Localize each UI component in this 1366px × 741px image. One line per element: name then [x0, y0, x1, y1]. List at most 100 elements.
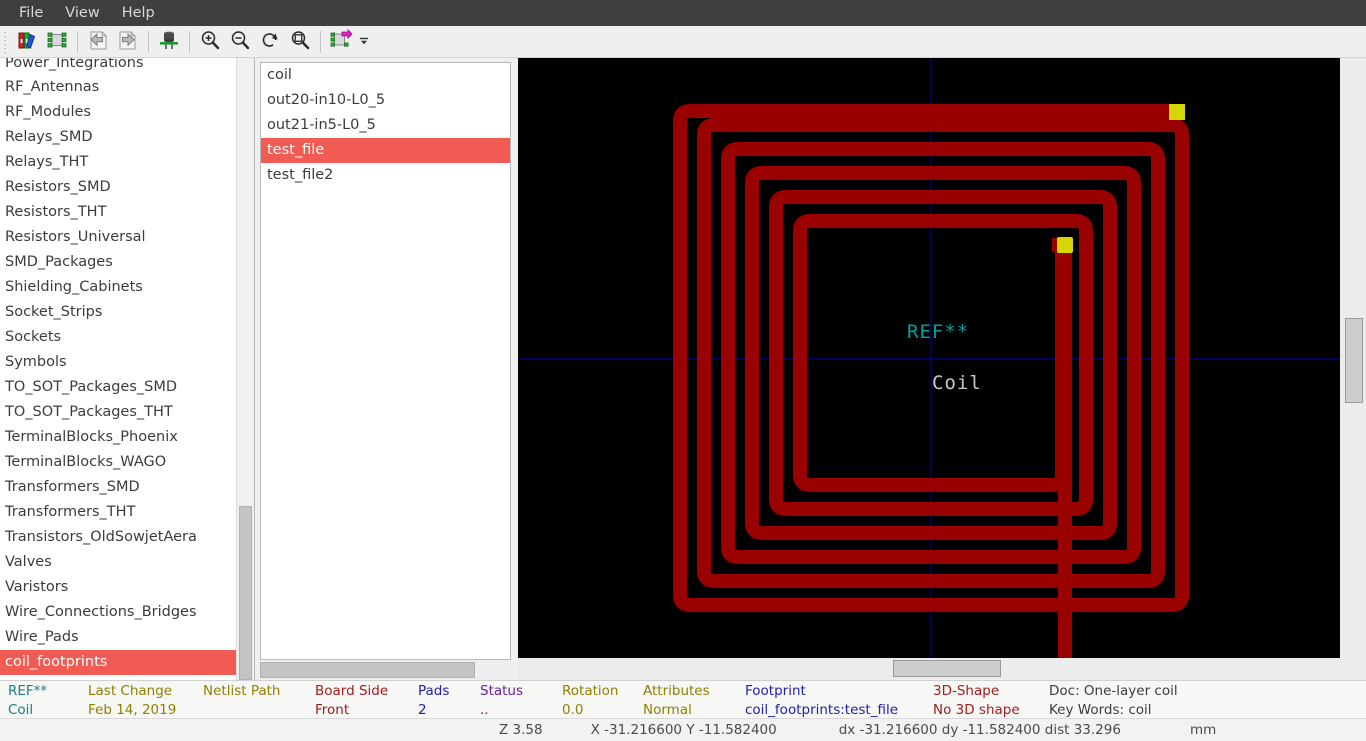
insert-footprint-button[interactable]: [326, 28, 356, 56]
pad-1: [1169, 104, 1185, 120]
library-panel: Power_Integrations RF_Antennas RF_Module…: [0, 58, 255, 680]
previous-footprint-icon: [87, 29, 109, 55]
info-pads: Pads 2: [418, 682, 480, 720]
footprint-list-item-selected[interactable]: test_file: [261, 138, 510, 163]
info-status-label: Status: [480, 683, 524, 699]
library-list-item[interactable]: RF_Antennas: [0, 75, 236, 100]
library-list-item[interactable]: Transformers_THT: [0, 500, 236, 525]
select-footprint-icon: [46, 29, 68, 55]
info-3d-shape-label: 3D-Shape: [933, 683, 1000, 699]
library-list-item[interactable]: Sockets: [0, 325, 236, 350]
library-list-item[interactable]: Resistors_Universal: [0, 225, 236, 250]
units-label: mm: [1189, 722, 1217, 738]
zoom-fit-button[interactable]: [285, 28, 315, 56]
next-footprint-button[interactable]: [113, 28, 143, 56]
footprint-list-item[interactable]: coil: [261, 63, 510, 88]
select-library-icon: [16, 29, 38, 55]
library-list-item[interactable]: Transformers_SMD: [0, 475, 236, 500]
menu-view[interactable]: View: [54, 2, 110, 24]
info-attributes-label: Attributes: [643, 683, 710, 699]
canvas-vertical-scrollbar[interactable]: [1340, 58, 1366, 658]
library-list-item[interactable]: Resistors_SMD: [0, 175, 236, 200]
reference-label: REF**: [907, 321, 969, 343]
3d-view-icon: [157, 28, 181, 56]
footprint-info-bar: REF** Coil Last Change Feb 14, 2019 Netl…: [0, 680, 1366, 718]
info-last-change: Last Change Feb 14, 2019: [88, 682, 203, 720]
info-board-side-label: Board Side: [315, 683, 389, 699]
info-rotation-label: Rotation: [562, 683, 619, 699]
footprint-scroll-thumb[interactable]: [260, 662, 475, 678]
toolbar-separator: [320, 30, 321, 53]
footprint-viewer-window: File View Help Power_Integrations RF_Ant…: [0, 0, 1366, 741]
info-footprint-label: Footprint: [745, 683, 806, 699]
zoom-level: Z 3.58: [499, 722, 543, 738]
library-list-item[interactable]: Shielding_Cabinets: [0, 275, 236, 300]
menu-help[interactable]: Help: [111, 2, 166, 24]
chevron-down-icon: [358, 32, 370, 51]
info-pads-label: Pads: [418, 683, 450, 699]
zoom-fit-icon: [289, 29, 311, 55]
library-list-item[interactable]: TerminalBlocks_WAGO: [0, 450, 236, 475]
menu-file[interactable]: File: [8, 2, 54, 24]
library-list-item[interactable]: RF_Modules: [0, 100, 236, 125]
refresh-icon: [259, 29, 281, 55]
library-list-item[interactable]: Resistors_THT: [0, 200, 236, 225]
zoom-out-icon: [229, 29, 251, 55]
pad-2: [1057, 237, 1073, 253]
status-coordinate-bar: Z 3.58 X -31.216600 Y -11.582400 dx -31.…: [0, 718, 1366, 741]
library-list-item[interactable]: SMD_Packages: [0, 250, 236, 275]
footprint-horizontal-scrollbar[interactable]: [260, 662, 511, 678]
menu-bar: File View Help: [0, 0, 1366, 26]
info-netlist-path-label: Netlist Path: [203, 683, 281, 699]
library-list-item[interactable]: TerminalBlocks_Phoenix: [0, 425, 236, 450]
library-list-item[interactable]: Symbols: [0, 350, 236, 375]
info-reference: REF** Coil: [0, 682, 88, 720]
insert-footprint-icon: [329, 28, 353, 55]
zoom-in-button[interactable]: [195, 28, 225, 56]
absolute-coordinates: X -31.216600 Y -11.582400: [590, 722, 777, 738]
value-label: Coil: [932, 372, 982, 394]
library-vertical-scrollbar[interactable]: [236, 58, 254, 680]
footprint-list[interactable]: coil out20-in10-L0_5 out21-in5-L0_5 test…: [260, 62, 511, 660]
footprint-panel: coil out20-in10-L0_5 out21-in5-L0_5 test…: [255, 58, 518, 680]
canvas-hscroll-thumb[interactable]: [893, 660, 1001, 677]
library-list-item[interactable]: TO_SOT_Packages_SMD: [0, 375, 236, 400]
footprint-list-item[interactable]: test_file2: [261, 163, 510, 188]
library-list-item[interactable]: Wire_Connections_Bridges: [0, 600, 236, 625]
toolbar-separator: [148, 30, 149, 53]
select-library-button[interactable]: [12, 28, 42, 56]
info-attributes: Attributes Normal: [643, 682, 745, 720]
library-list-item[interactable]: Relays_SMD: [0, 125, 236, 150]
3d-view-button[interactable]: [154, 28, 184, 56]
footprint-list-item[interactable]: out20-in10-L0_5: [261, 88, 510, 113]
library-list-item[interactable]: Power_Integrations: [0, 58, 236, 75]
library-list[interactable]: Power_Integrations RF_Antennas RF_Module…: [0, 58, 236, 680]
info-rotation: Rotation 0.0: [562, 682, 643, 720]
info-reference-label: REF**: [8, 683, 48, 699]
library-list-item[interactable]: Relays_THT: [0, 150, 236, 175]
library-list-item[interactable]: TO_SOT_Packages_THT: [0, 400, 236, 425]
footprint-drawing: REF** Coil: [518, 58, 1340, 658]
info-status: Status ..: [480, 682, 562, 720]
toolbar-separator: [77, 30, 78, 53]
refresh-button[interactable]: [255, 28, 285, 56]
select-footprint-button[interactable]: [42, 28, 72, 56]
previous-footprint-button[interactable]: [83, 28, 113, 56]
canvas-vscroll-thumb[interactable]: [1345, 318, 1363, 403]
library-list-item[interactable]: Valves: [0, 550, 236, 575]
toolbar-grip[interactable]: [2, 28, 9, 55]
library-scroll-thumb[interactable]: [239, 506, 252, 680]
library-list-item[interactable]: Transistors_OldSowjetAera: [0, 525, 236, 550]
library-list-item-selected[interactable]: coil_footprints: [0, 650, 236, 675]
library-list-item[interactable]: Wire_Pads: [0, 625, 236, 650]
canvas-horizontal-scrollbar[interactable]: [518, 658, 1366, 680]
zoom-out-button[interactable]: [225, 28, 255, 56]
footprint-canvas[interactable]: REF** Coil: [518, 58, 1340, 658]
next-footprint-icon: [117, 29, 139, 55]
canvas-area: REF** Coil: [518, 58, 1366, 680]
library-list-item[interactable]: Varistors: [0, 575, 236, 600]
info-last-change-label: Last Change: [88, 683, 173, 699]
toolbar-overflow-button[interactable]: [356, 28, 372, 56]
footprint-list-item[interactable]: out21-in5-L0_5: [261, 113, 510, 138]
library-list-item[interactable]: Socket_Strips: [0, 300, 236, 325]
